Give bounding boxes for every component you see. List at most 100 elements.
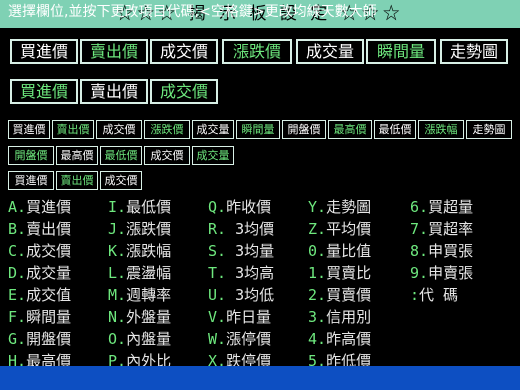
board3-field-trend-chart[interactable]: 走勢圖 — [466, 120, 512, 139]
option-item[interactable]: F.瞬間量 — [8, 306, 71, 328]
board3-field-high-price[interactable]: 最高價 — [328, 120, 372, 139]
board4-field-volume[interactable]: 成交量 — [192, 146, 234, 165]
option-item[interactable]: 3.信用別 — [308, 306, 371, 328]
option-item[interactable]: Z.平均價 — [308, 218, 371, 240]
option-item[interactable]: V.昨日量 — [208, 306, 274, 328]
option-item[interactable]: 1.買賣比 — [308, 262, 371, 284]
option-item[interactable]: S. 3均量 — [208, 240, 274, 262]
board3-field-trade-price[interactable]: 成交價 — [96, 120, 142, 139]
option-key: E. — [8, 286, 27, 304]
option-label: 買賣價 — [326, 286, 372, 304]
option-item[interactable]: 7.買超率 — [410, 218, 473, 240]
option-item[interactable]: R. 3均價 — [208, 218, 274, 240]
option-label: 漲跌幅 — [126, 242, 172, 260]
option-item[interactable]: D.成交量 — [8, 262, 71, 284]
option-key: 4. — [308, 330, 327, 348]
option-list-col4: Y.走勢圖 Z.平均價 0.量比值 1.買賣比 2.買賣價 3.信用別 4.昨高… — [308, 196, 371, 372]
option-label: 3均高 — [226, 264, 275, 282]
option-item[interactable]: G.開盤價 — [8, 328, 71, 350]
option-key: V. — [208, 308, 227, 326]
board-field-tick-volume[interactable]: 瞬間量 — [366, 39, 436, 64]
option-key: R. — [208, 220, 227, 238]
board3-field-change-price[interactable]: 漲跌價 — [144, 120, 190, 139]
board2-field-buy-price[interactable]: 買進價 — [10, 79, 78, 104]
option-key: J. — [108, 220, 127, 238]
board5-field-buy-price[interactable]: 買進價 — [8, 171, 54, 190]
board3-field-volume[interactable]: 成交量 — [192, 120, 234, 139]
option-label: 3均量 — [226, 242, 275, 260]
board-field-trade-price[interactable]: 成交價 — [150, 39, 218, 64]
board5-field-trade-price[interactable]: 成交價 — [100, 171, 142, 190]
board3-field-tick-volume[interactable]: 瞬間量 — [236, 120, 280, 139]
option-key: 6. — [410, 198, 429, 216]
option-item[interactable]: 8.申買張 — [410, 240, 473, 262]
board5-field-sell-price[interactable]: 賣出價 — [56, 171, 98, 190]
board-field-sell-price[interactable]: 賣出價 — [80, 39, 148, 64]
option-item[interactable]: Y.走勢圖 — [308, 196, 371, 218]
option-item[interactable]: 9.申賣張 — [410, 262, 473, 284]
board4-field-low-price[interactable]: 最低價 — [100, 146, 142, 165]
option-key: 0. — [308, 242, 327, 260]
option-item[interactable]: M.週轉率 — [108, 284, 171, 306]
option-item[interactable]: :代 碼 — [410, 284, 473, 306]
option-item[interactable]: K.漲跌幅 — [108, 240, 171, 262]
option-item[interactable]: 0.量比值 — [308, 240, 371, 262]
board2-field-trade-price[interactable]: 成交價 — [150, 79, 218, 104]
option-key: 1. — [308, 264, 327, 282]
board-field-change-price[interactable]: 漲跌價 — [222, 39, 292, 64]
option-item[interactable]: T. 3均高 — [208, 262, 274, 284]
option-key: 7. — [410, 220, 429, 238]
board-field-volume[interactable]: 成交量 — [296, 39, 364, 64]
option-key: N. — [108, 308, 127, 326]
board3-field-change-percent[interactable]: 漲跌幅 — [418, 120, 464, 139]
option-item[interactable]: 2.買賣價 — [308, 284, 371, 306]
option-item[interactable]: E.成交值 — [8, 284, 71, 306]
option-label: 走勢圖 — [326, 198, 372, 216]
board3-field-open-price[interactable]: 開盤價 — [282, 120, 326, 139]
option-label: 買賣比 — [326, 264, 372, 282]
board3-field-sell-price[interactable]: 賣出價 — [52, 120, 94, 139]
option-list-col2: I.最低價 J.漲跌價 K.漲跌幅 L.震盪幅 M.週轉率 N.外盤量 O.內盤… — [108, 196, 171, 372]
board4-field-open-price[interactable]: 開盤價 — [8, 146, 54, 165]
option-key: K. — [108, 242, 127, 260]
option-label: 震盪幅 — [126, 264, 172, 282]
board4-field-high-price[interactable]: 最高價 — [56, 146, 98, 165]
option-label: 代 碼 — [419, 286, 459, 304]
option-label: 申賣張 — [428, 264, 474, 282]
board-field-trend-chart[interactable]: 走勢圖 — [440, 39, 508, 64]
option-item[interactable]: U. 3均低 — [208, 284, 274, 306]
option-item[interactable]: N.外盤量 — [108, 306, 171, 328]
option-list-col5: 6.買超量 7.買超率 8.申買張 9.申賣張 :代 碼 — [410, 196, 473, 306]
option-key: W. — [208, 330, 227, 348]
board3-field-buy-price[interactable]: 買進價 — [8, 120, 50, 139]
option-label: 漲跌價 — [126, 220, 172, 238]
option-label: 買超率 — [428, 220, 474, 238]
option-label: 賣出價 — [26, 220, 72, 238]
status-bar — [0, 366, 520, 390]
option-item[interactable]: I.最低價 — [108, 196, 171, 218]
option-key: A. — [8, 198, 27, 216]
board3-field-low-price[interactable]: 最低價 — [374, 120, 416, 139]
option-item[interactable]: O.內盤量 — [108, 328, 171, 350]
option-item[interactable]: L.震盪幅 — [108, 262, 171, 284]
option-key: U. — [208, 286, 227, 304]
option-label: 平均價 — [326, 220, 372, 238]
board-field-buy-price[interactable]: 買進價 — [10, 39, 78, 64]
option-label: 瞬間量 — [26, 308, 72, 326]
option-label: 成交值 — [26, 286, 72, 304]
option-item[interactable]: J.漲跌價 — [108, 218, 171, 240]
option-item[interactable]: A.買進價 — [8, 196, 71, 218]
option-item[interactable]: Q.昨收價 — [208, 196, 274, 218]
option-list-col1: A.買進價 B.賣出價 C.成交價 D.成交量 E.成交值 F.瞬間量 G.開盤… — [8, 196, 71, 372]
option-item[interactable]: 4.昨高價 — [308, 328, 371, 350]
option-label: 買超量 — [428, 198, 474, 216]
option-item[interactable]: C.成交價 — [8, 240, 71, 262]
option-item[interactable]: W.漲停價 — [208, 328, 274, 350]
option-label: 量比值 — [326, 242, 372, 260]
board2-field-sell-price[interactable]: 賣出價 — [80, 79, 148, 104]
option-item[interactable]: 6.買超量 — [410, 196, 473, 218]
status-text: 選擇欄位,並按下更改項目代碼;<空格鍵>更改均線天數大師 — [8, 4, 377, 20]
board4-field-trade-price[interactable]: 成交價 — [144, 146, 190, 165]
option-key: O. — [108, 330, 127, 348]
option-item[interactable]: B.賣出價 — [8, 218, 71, 240]
